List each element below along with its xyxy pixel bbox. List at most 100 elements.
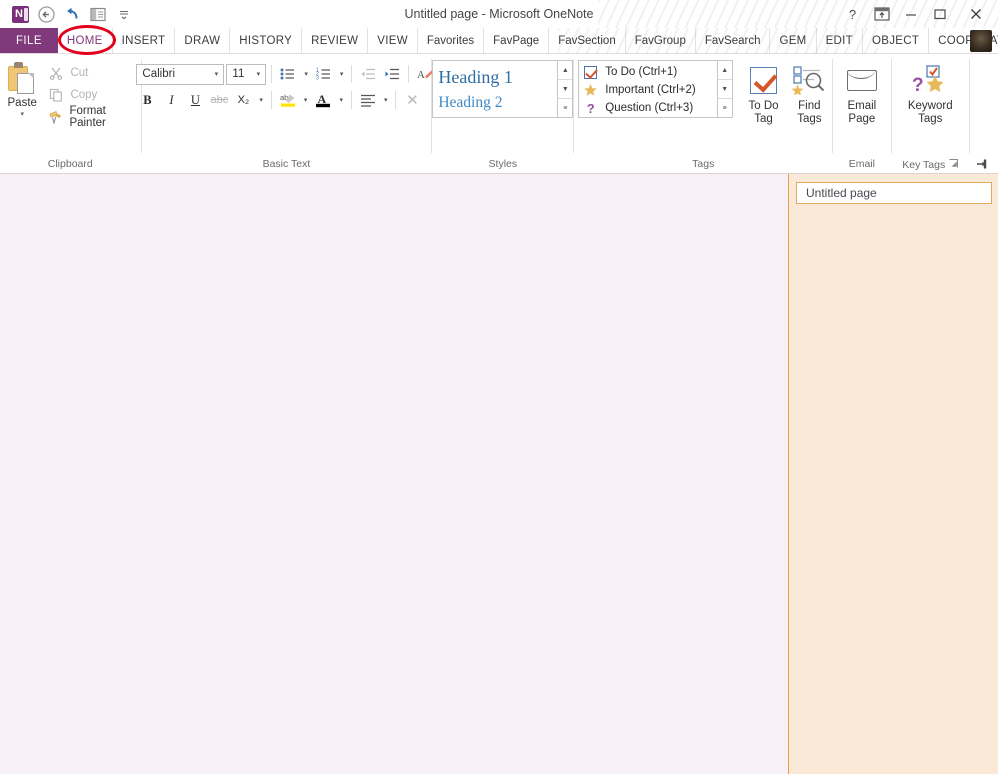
tag-item-important[interactable]: Important (Ctrl+2) — [581, 81, 716, 99]
minimize-button[interactable] — [896, 2, 925, 26]
tab-favsearch[interactable]: FavSearch — [696, 28, 771, 53]
tab-home[interactable]: HOME — [57, 28, 113, 53]
tab-file[interactable]: FILE — [0, 28, 58, 53]
bold-button[interactable]: B — [136, 89, 158, 111]
chevron-down-icon: ▾ — [20, 111, 24, 118]
checkbox-icon — [583, 65, 598, 80]
question-mark-icon: ? — [586, 100, 595, 116]
styles-gallery[interactable]: Heading 1 Heading 2 — [432, 60, 559, 118]
group-label-email: Email — [848, 158, 875, 170]
basic-text-row-2: B I U abc X₂ ▾ ab ▾ A ▾ ▾ ✕ — [136, 89, 436, 111]
group-label-basic-text: Basic Text — [262, 158, 311, 170]
tags-gallery[interactable]: To Do (Ctrl+1) Important (Ctrl+2) ? Ques… — [578, 60, 718, 118]
paste-icon — [5, 62, 39, 96]
envelope-icon — [846, 63, 877, 97]
underline-button[interactable]: U — [184, 89, 206, 111]
strikethrough-button[interactable]: abc — [208, 89, 230, 111]
styles-scroll-up-button[interactable]: ▲ — [558, 61, 573, 80]
format-painter-label: Format Painter — [69, 105, 106, 129]
clear-all-formatting-button[interactable]: ✕ — [401, 89, 423, 111]
window-controls: ? — [838, 0, 998, 26]
copy-button[interactable]: Copy — [44, 86, 140, 104]
tab-favsection[interactable]: FavSection — [549, 28, 626, 53]
workspace: Untitled page — [0, 174, 998, 774]
tab-favorites[interactable]: Favorites — [418, 28, 485, 53]
paste-button[interactable]: Paste ▾ — [0, 58, 44, 119]
todo-tag-icon — [750, 63, 778, 97]
title-bar: N Untitled page - Microsoft OneNote ? — [0, 0, 998, 28]
undo-icon[interactable] — [59, 2, 85, 26]
page-canvas[interactable] — [0, 174, 788, 774]
back-icon[interactable] — [33, 2, 59, 26]
format-painter-button[interactable]: Format Painter — [44, 105, 140, 129]
ribbon: Paste ▾ Cut Copy Format Painter Clipboar… — [0, 54, 998, 174]
tab-insert[interactable]: INSERT — [113, 28, 176, 53]
numbering-button[interactable]: 1 2 3 — [313, 63, 335, 85]
tab-history[interactable]: HISTORY — [230, 28, 303, 53]
group-label-styles: Styles — [488, 158, 518, 170]
font-color-button[interactable]: A — [312, 89, 334, 111]
subscript-button[interactable]: X₂ — [232, 89, 254, 111]
tab-object[interactable]: OBJECT — [863, 28, 930, 53]
align-button[interactable] — [357, 89, 379, 111]
ribbon-tab-strip: FILE HOME INSERT DRAW HISTORY REVIEW VIE… — [0, 28, 998, 54]
help-button[interactable]: ? — [838, 2, 867, 26]
tab-favgroup[interactable]: FavGroup — [626, 28, 696, 53]
tag-label-todo: To Do (Ctrl+1) — [605, 66, 678, 78]
style-heading-2[interactable]: Heading 2 — [438, 91, 552, 115]
email-page-button[interactable]: Email Page — [839, 58, 885, 126]
tags-more-button[interactable]: ≡ — [718, 99, 732, 117]
close-button[interactable] — [954, 2, 998, 26]
ribbon-group-basic-text: Calibri ▾ 11 ▾ ▾ 1 2 3 ▾ A B I U abc X₂ … — [136, 54, 434, 173]
cut-button[interactable]: Cut — [44, 64, 140, 82]
page-tab-title: Untitled page — [806, 186, 877, 200]
avatar[interactable] — [970, 30, 992, 52]
styles-scroll-down-button[interactable]: ▼ — [558, 80, 573, 99]
tab-favpage[interactable]: FavPage — [484, 28, 550, 53]
scissors-icon — [48, 65, 64, 81]
tag-label-question: Question (Ctrl+3) — [605, 102, 694, 114]
keyword-tags-button[interactable]: ? Keyword Tags — [895, 58, 965, 126]
styles-more-button[interactable]: ≡ — [558, 99, 572, 117]
font-name-combo[interactable]: Calibri ▾ — [136, 63, 225, 85]
decrease-indent-button[interactable] — [357, 63, 379, 85]
tag-item-todo[interactable]: To Do (Ctrl+1) — [581, 63, 716, 81]
tags-gallery-scroll: ▲ ▼ ≡ — [717, 60, 733, 118]
chevron-down-icon[interactable]: ▾ — [337, 70, 347, 78]
tags-scroll-up-button[interactable]: ▲ — [717, 61, 732, 80]
chevron-down-icon[interactable]: ▾ — [301, 70, 311, 78]
tags-scroll-down-button[interactable]: ▼ — [717, 80, 732, 99]
maximize-button[interactable] — [925, 2, 954, 26]
customize-quick-access-icon[interactable] — [111, 2, 137, 26]
italic-button[interactable]: I — [160, 89, 182, 111]
text-highlight-color-button[interactable]: ab — [277, 89, 299, 111]
style-heading-1[interactable]: Heading 1 — [438, 64, 552, 91]
svg-text:?: ? — [912, 75, 924, 95]
dialog-launcher-icon[interactable] — [949, 158, 959, 172]
tab-edit[interactable]: EDIT — [817, 28, 863, 53]
ribbon-tabs: HOME INSERT DRAW HISTORY REVIEW VIEW Fav… — [57, 28, 998, 53]
ribbon-display-options-button[interactable] — [867, 2, 896, 26]
font-size-combo[interactable]: 11 ▾ — [226, 63, 267, 85]
increase-indent-button[interactable] — [381, 63, 403, 85]
todo-tag-button[interactable]: To Do Tag — [741, 58, 787, 126]
tab-gem[interactable]: GEM — [770, 28, 817, 53]
keyword-tags-label-line2: Tags — [918, 113, 943, 125]
tab-draw[interactable]: DRAW — [175, 28, 231, 53]
chevron-down-icon[interactable]: ▾ — [256, 96, 266, 104]
find-tags-button[interactable]: Find Tags — [786, 58, 832, 126]
pin-ribbon-icon[interactable] — [976, 159, 990, 174]
tab-review[interactable]: REVIEW — [302, 28, 369, 53]
ribbon-group-key-tags: ? Keyword Tags Key Tags — [891, 54, 969, 173]
chevron-down-icon[interactable]: ▾ — [381, 96, 391, 104]
tab-view[interactable]: VIEW — [368, 28, 418, 53]
dock-to-desktop-icon[interactable] — [85, 2, 111, 26]
page-tab-untitled[interactable]: Untitled page — [796, 182, 992, 204]
bullets-button[interactable] — [277, 63, 299, 85]
styles-gallery-scroll: ▲ ▼ ≡ — [558, 60, 574, 118]
ribbon-group-tags: To Do (Ctrl+1) Important (Ctrl+2) ? Ques… — [574, 54, 832, 173]
find-tags-label-line1: Find — [798, 100, 821, 112]
chevron-down-icon[interactable]: ▾ — [301, 96, 311, 104]
chevron-down-icon[interactable]: ▾ — [336, 96, 346, 104]
tag-item-question[interactable]: ? Question (Ctrl+3) — [581, 99, 716, 117]
